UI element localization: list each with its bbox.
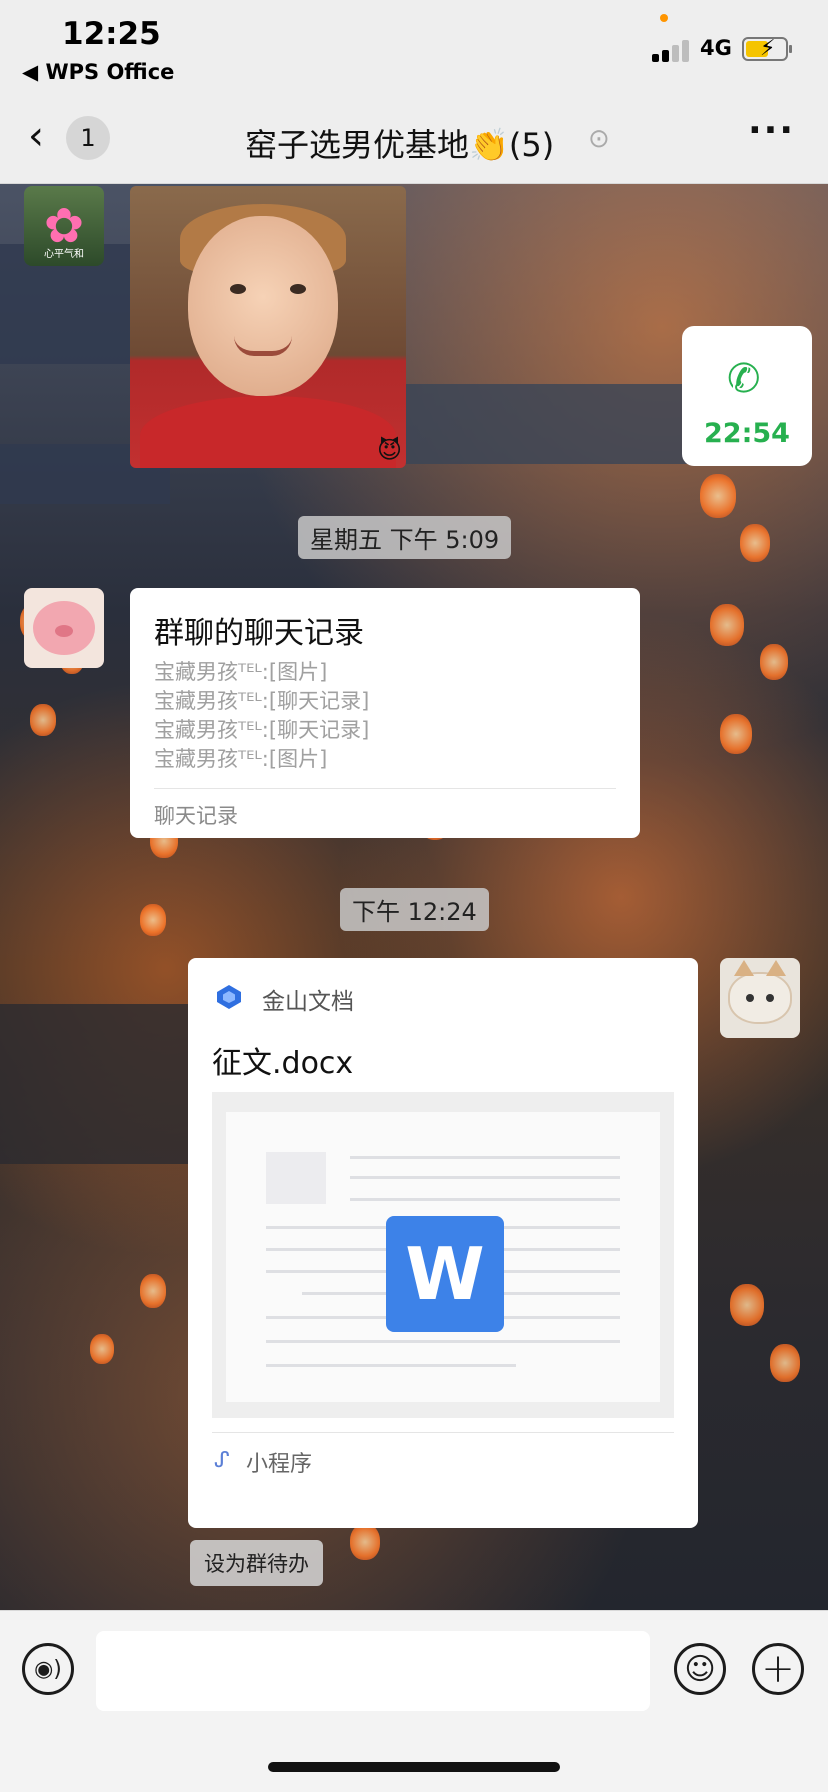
ear-icon: ⊙ — [588, 124, 610, 154]
mini-program-label: 小程序 — [246, 1452, 313, 1477]
network-type: 4G — [700, 36, 732, 60]
message-input[interactable] — [96, 1631, 650, 1711]
wps-w-icon: W — [386, 1216, 504, 1332]
chat-title: 窑子选男优基地👏(5) — [245, 126, 555, 164]
clock: 12:25 — [62, 16, 161, 52]
devil-icon: 😈 — [376, 436, 402, 464]
privacy-indicator — [660, 14, 668, 22]
unread-count-badge[interactable]: 1 — [66, 116, 110, 160]
timestamp: 星期五 下午 5:09 — [298, 516, 512, 559]
chevron-left-icon[interactable]: ‹ — [28, 116, 44, 156]
phone-icon: ✆ — [727, 356, 761, 402]
cat-avatar[interactable] — [720, 958, 800, 1038]
back-to-app-link[interactable]: ◀ WPS Office — [22, 60, 174, 84]
more-dots-icon[interactable]: ··· — [748, 110, 795, 151]
divider — [212, 1432, 674, 1433]
voice-call-bubble[interactable]: ✆ 22:54 — [682, 326, 812, 466]
kdocs-logo-icon — [217, 985, 241, 1009]
chat-history-line: 宝藏男孩ᵀᴱᴸ:[图片] — [154, 747, 328, 771]
battery-icon: ⚡ — [742, 36, 792, 61]
document-title: 征文.docx — [212, 1046, 354, 1081]
pig-icon — [33, 601, 95, 655]
voice-icon[interactable]: ◉) — [22, 1643, 74, 1695]
pig-avatar[interactable] — [24, 588, 104, 668]
divider — [154, 788, 616, 789]
document-preview: W — [212, 1092, 674, 1418]
timestamp: 下午 12:24 — [340, 888, 489, 931]
emoji-icon[interactable]: ☺ — [674, 1643, 726, 1695]
lotus-icon: ✿ — [43, 198, 85, 254]
mini-program-source: 金山文档 — [262, 989, 354, 1015]
chat-history-line: 宝藏男孩ᵀᴱᴸ:[聊天记录] — [154, 689, 370, 713]
set-group-todo-button[interactable]: 设为群待办 — [190, 1540, 323, 1586]
image-message[interactable]: 😈 — [130, 186, 406, 468]
cat-icon — [728, 960, 792, 1024]
status-bar: 12:25 ◀ WPS Office 4G ⚡ — [0, 0, 828, 96]
cellular-signal-icon — [652, 40, 692, 62]
mini-program-card[interactable]: 金山文档 征文.docx W ᔑ 小程序 — [188, 958, 698, 1528]
chat-history-line: 宝藏男孩ᵀᴱᴸ:[聊天记录] — [154, 718, 370, 742]
chat-history-card[interactable]: 群聊的聊天记录 宝藏男孩ᵀᴱᴸ:[图片] 宝藏男孩ᵀᴱᴸ:[聊天记录] 宝藏男孩… — [130, 588, 640, 838]
plus-icon[interactable]: + — [752, 1643, 804, 1695]
mini-program-icon: ᔑ — [214, 1448, 230, 1473]
chat-header: ‹ 1 窑子选男优基地👏(5) ⊙ ··· — [0, 96, 828, 184]
chat-history-line: 宝藏男孩ᵀᴱᴸ:[图片] — [154, 660, 328, 684]
chat-history-footer: 聊天记录 — [154, 804, 238, 828]
lotus-avatar[interactable]: ✿ 心平气和 — [24, 186, 104, 266]
call-duration: 22:54 — [704, 418, 790, 449]
avatar-caption: 心平气和 — [44, 249, 84, 260]
chat-history-title: 群聊的聊天记录 — [154, 616, 364, 651]
home-indicator[interactable] — [268, 1762, 560, 1772]
